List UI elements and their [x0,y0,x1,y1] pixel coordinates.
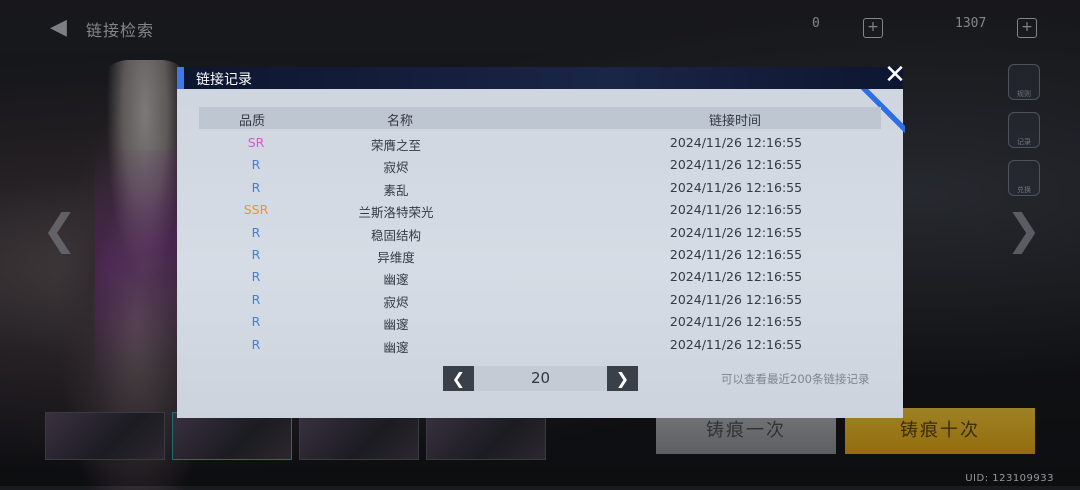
table-row: R 稳固结构 2024/11/26 12:16:55 [177,225,903,247]
table-row: R 幽邃 2024/11/26 12:16:55 [177,314,903,336]
name-cell: 荣膺之至 [370,138,421,153]
table-row: R 幽邃 2024/11/26 12:16:55 [177,337,903,359]
time-cell: 2024/11/26 12:16:55 [669,314,803,330]
quality-cell: R [251,247,261,262]
table-row: R 素乱 2024/11/26 12:16:55 [177,180,903,202]
table-header: 品质 名称 链接时间 [199,107,881,129]
quality-cell: R [251,269,261,285]
time-cell: 2024/11/26 12:16:55 [669,179,803,195]
time-cell: 2024/11/26 12:16:55 [669,202,803,218]
time-cell: 2024/11/26 12:16:55 [669,269,803,285]
name-cell: 稳固结构 [370,227,421,243]
next-page-button[interactable]: ❯ [607,366,638,391]
dialog-header: 链接记录 [177,67,903,89]
quality-cell: R [251,336,261,352]
quality-cell: R [251,291,261,307]
name-cell: 兰斯洛特荣光 [358,205,434,221]
header-accent-bar [177,67,184,89]
name-cell: 幽邃 [383,272,409,288]
close-dialog-button[interactable]: ✕ [880,60,910,90]
page-number-field[interactable]: 20 [474,366,607,391]
name-cell: 寂烬 [383,160,409,176]
column-header-time: 链接时间 [709,114,762,129]
dialog-title: 链接记录 [196,72,252,88]
name-cell: 素乱 [383,182,409,198]
link-records-dialog: 链接记录 品质 名称 链接时间 SR 荣膺之至 2024/11/26 12:16:5… [177,67,905,418]
table-row: R 寂烬 2024/11/26 12:16:55 [177,292,903,314]
column-header-name: 名称 [387,114,414,129]
name-cell: 异维度 [377,250,415,265]
table-row: SSR 兰斯洛特荣光 2024/11/26 12:16:55 [177,202,903,224]
quality-cell: R [251,157,261,173]
records-limit-hint: 可以查看最近200条链接记录 [721,372,870,386]
name-cell: 幽邃 [383,339,409,355]
time-cell: 2024/11/26 12:16:55 [669,157,803,173]
table-row: R 幽邃 2024/11/26 12:16:55 [177,269,903,291]
time-cell: 2024/11/26 12:16:55 [669,291,803,307]
prev-page-button[interactable]: ❮ [443,366,474,391]
quality-cell: SR [247,135,265,150]
column-header-quality: 品质 [239,114,266,129]
quality-cell: R [251,224,261,240]
name-cell: 寂烬 [383,294,409,310]
time-cell: 2024/11/26 12:16:55 [669,224,803,240]
table-row: R 异维度 2024/11/26 12:16:55 [177,247,903,269]
name-cell: 幽邃 [383,317,409,333]
time-cell: 2024/11/26 12:16:55 [669,135,803,150]
table-row: R 寂烬 2024/11/26 12:16:55 [177,157,903,179]
quality-cell: SSR [243,202,269,218]
quality-cell: R [251,179,261,195]
table-row: SR 荣膺之至 2024/11/26 12:16:55 [177,135,903,157]
quality-cell: R [251,314,261,330]
time-cell: 2024/11/26 12:16:55 [669,336,803,352]
time-cell: 2024/11/26 12:16:55 [669,247,803,262]
